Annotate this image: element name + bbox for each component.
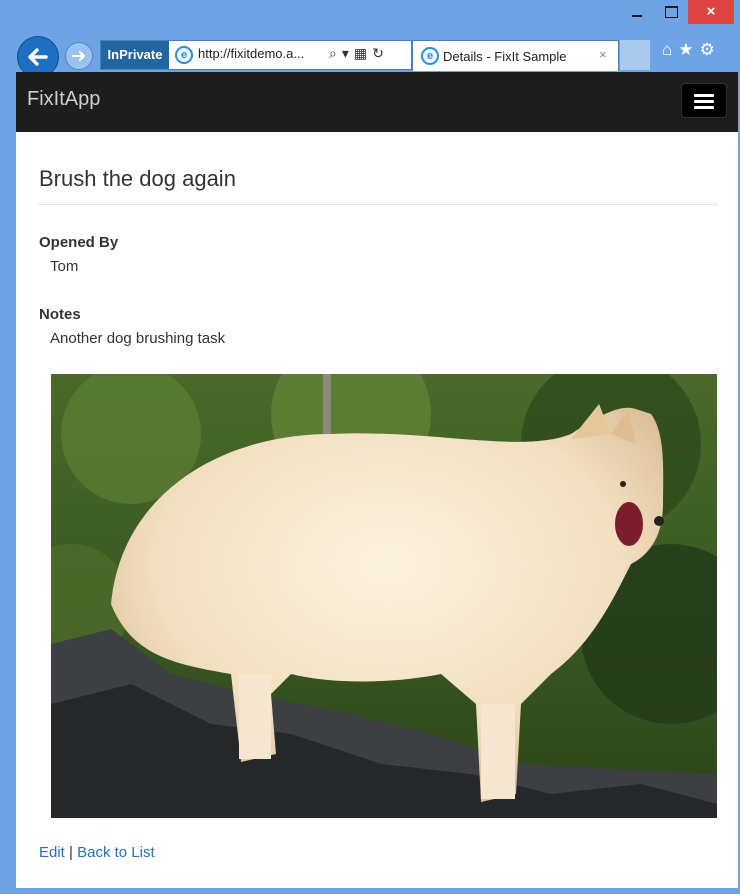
app-brand[interactable]: FixItApp [27, 88, 100, 111]
search-icon[interactable]: ⌕ [329, 45, 337, 61]
back-arrow-icon [28, 48, 48, 66]
maximize-button[interactable] [654, 0, 688, 24]
close-window-button[interactable]: × [688, 0, 734, 24]
browser-tools: ⌂ ★ ⚙ [662, 40, 721, 60]
link-separator: | [64, 844, 78, 861]
tab-details[interactable]: e Details - FixIt Sample × [412, 40, 619, 71]
ie-logo-icon: e [421, 47, 439, 65]
ie-logo-icon: e [175, 46, 193, 64]
browser-window: × InPrivate e http://fixitdemo.a... ⌕ ▾ ▦ ↻… [0, 0, 740, 894]
action-links: Edit | Back to List [39, 844, 155, 861]
window-bottom-border [0, 888, 740, 894]
forward-arrow-icon [72, 51, 85, 61]
star-icon[interactable]: ★ [678, 40, 693, 59]
page-title: Brush the dog again [39, 166, 236, 191]
address-bar[interactable]: InPrivate e http://fixitdemo.a... ⌕ ▾ ▦ ↻ [100, 40, 412, 70]
tab-close-icon[interactable]: × [599, 47, 607, 62]
divider [38, 204, 718, 205]
url-text[interactable]: http://fixitdemo.a... [198, 46, 304, 61]
title-bar: × [0, 0, 740, 36]
menu-toggle-button[interactable] [681, 83, 727, 118]
app-navbar: FixItApp [16, 72, 738, 132]
refresh-icon[interactable]: ↻ [372, 45, 384, 61]
notes-label: Notes [39, 306, 81, 323]
forward-button[interactable] [65, 42, 93, 70]
minimize-button[interactable] [620, 0, 654, 24]
new-tab-button[interactable] [620, 40, 650, 70]
maximize-icon [665, 6, 678, 18]
tab-title: Details - FixIt Sample [443, 49, 567, 64]
opened-by-value: Tom [50, 258, 79, 275]
compatibility-view-icon[interactable]: ▦ [354, 45, 367, 61]
page-viewport: FixItApp Brush the dog again Opened By T… [16, 72, 738, 888]
gear-icon[interactable]: ⚙ [700, 40, 715, 59]
notes-value: Another dog brushing task [50, 330, 226, 347]
inprivate-badge: InPrivate [101, 41, 169, 69]
opened-by-label: Opened By [39, 234, 119, 251]
task-photo [51, 374, 717, 818]
search-dropdown-icon[interactable]: ▾ [342, 45, 349, 61]
address-tools: ⌕ ▾ ▦ ↻ [329, 45, 389, 62]
minimize-icon [632, 15, 642, 17]
back-to-list-link[interactable]: Back to List [77, 844, 155, 861]
home-icon[interactable]: ⌂ [662, 40, 672, 59]
edit-link[interactable]: Edit [39, 844, 65, 861]
